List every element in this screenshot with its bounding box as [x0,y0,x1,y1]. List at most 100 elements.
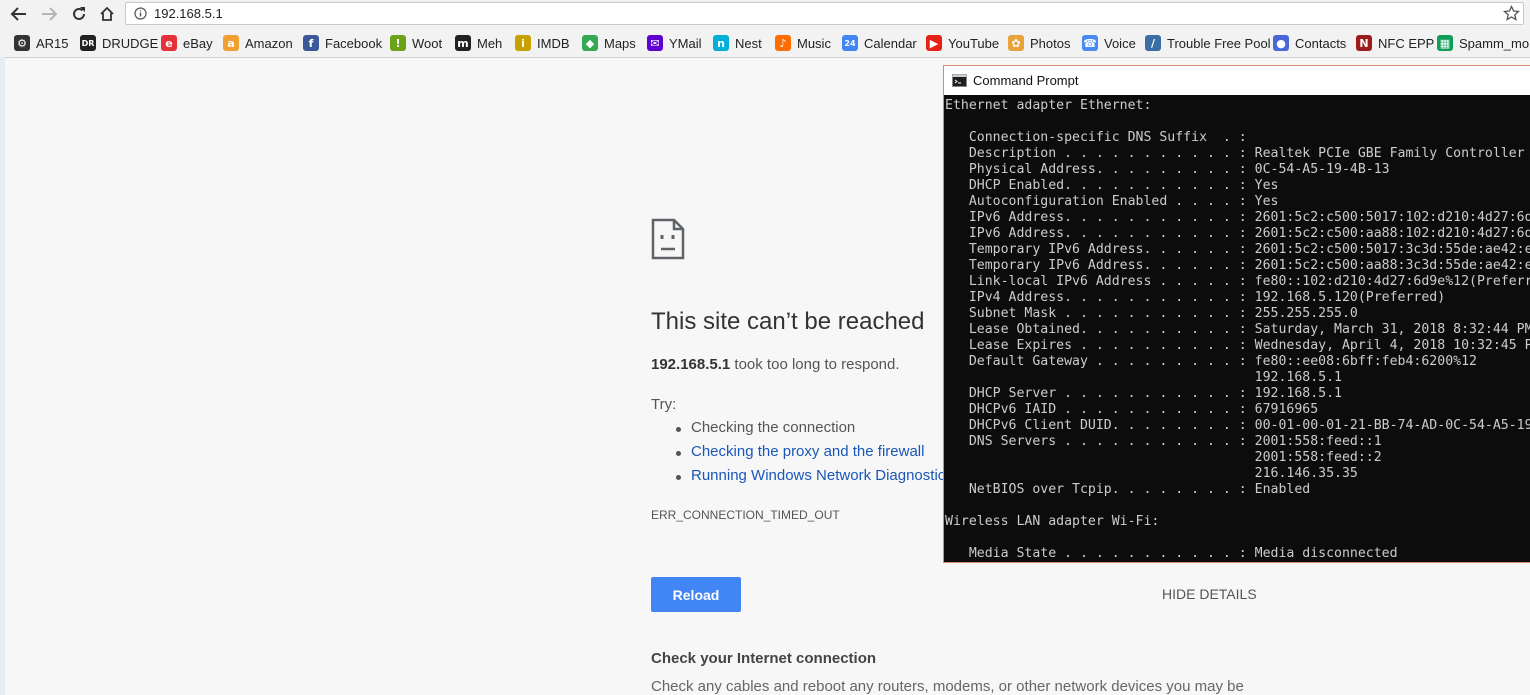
contacts-icon: ● [1273,35,1289,51]
bookmark-label: Music [797,35,831,51]
check-connection-heading: Check your Internet connection [651,650,877,667]
bookmark-label: IMDB [537,35,570,51]
suggestion-proxy-firewall-link[interactable]: Checking the proxy and the firewall [675,443,924,460]
console-line: Temporary IPv6 Address. . . . . . : 2601… [968,258,1530,273]
console-line: Wireless LAN adapter Wi-Fi: [945,514,1160,529]
bookmark-trouble-free-pool[interactable]: / Trouble Free Pool [1145,32,1271,54]
error-desc-text: took too long to respond. [730,356,900,373]
bookmark-nfc-epp[interactable]: N NFC EPP [1356,32,1434,54]
check-connection-body: Check any cables and reboot any routers,… [651,678,1244,695]
error-description: 192.168.5.1 took too long to respond. [651,356,900,373]
suggestion-network-diagnostics-link[interactable]: Running Windows Network Diagnostics [676,467,953,484]
console-line: DHCPv6 IAID . . . . . . . . . . . : 6791… [945,402,1319,417]
bookmark-label: Spamm_mob [1459,35,1530,51]
console-line: Default Gateway . . . . . . . . . : fe80… [945,354,1477,369]
bookmark-label: Contacts [1295,35,1347,51]
bookmark-calendar[interactable]: 24 Calendar [842,32,917,54]
voice-icon: ☎ [1082,35,1098,51]
bookmark-contacts[interactable]: ● Contacts [1273,32,1346,54]
console-line: Lease Obtained. . . . . . . . . . : Satu… [945,322,1530,337]
command-prompt-icon [952,74,967,87]
bookmark-meh[interactable]: m Meh [455,32,502,54]
meh-icon: m [455,35,471,51]
command-prompt-titlebar[interactable]: Command Prompt [944,66,1530,95]
bookmark-spamm-mob[interactable]: ▦ Spamm_mob [1437,32,1530,54]
console-line: Connection-specific DNS Suffix . : [945,130,1247,145]
bookmark-ar15[interactable]: ⚙ AR15 [14,32,69,54]
console-line: Subnet Mask . . . . . . . . . . . : 255.… [945,306,1358,321]
console-line: DNS Servers . . . . . . . . . . . : 2001… [945,434,1382,449]
console-line: Physical Address. . . . . . . . . : 0C-5… [945,162,1390,177]
bookmark-woot[interactable]: ! Woot [390,32,442,54]
bookmark-label: Trouble Free Pool [1167,35,1271,51]
forward-arrow-icon [42,7,58,21]
reload-icon [73,7,85,20]
bookmark-photos[interactable]: ✿ Photos [1008,32,1070,54]
bookmark-imdb[interactable]: i IMDB [515,32,570,54]
home-button[interactable] [95,3,119,25]
try-label: Try: [651,396,677,413]
bookmark-music[interactable]: ♪ Music [775,32,831,54]
address-bar-url: 192.168.5.1 [154,6,223,21]
console-line: DHCPv6 Client DUID. . . . . . . . : 00-0… [945,418,1530,433]
bookmark-label: eBay [183,35,213,51]
bookmark-ymail[interactable]: ✉ YMail [647,32,702,54]
console-line: IPv6 Address. . . . . . . . . . . : 2601… [968,226,1530,241]
bookmark-label: Woot [412,35,443,51]
console-line: Lease Expires . . . . . . . . . . : Wedn… [945,338,1530,353]
bookmark-label: Calendar [864,35,917,51]
youtube-icon: ▶ [926,35,942,51]
bookmark-facebook[interactable]: f Facebook [303,32,382,54]
console-line: DHCP Server . . . . . . . . . . . : 192.… [945,386,1342,401]
command-prompt-title: Command Prompt [973,73,1079,88]
bookmark-label: Facebook [325,35,383,51]
nest-icon: n [713,35,729,51]
gear-icon: ⚙ [14,35,30,51]
bookmark-ebay[interactable]: e eBay [161,32,213,54]
calendar-icon: 24 [842,35,858,51]
bookmarks-bar: ⚙ AR15 DR DRUDGE e eBay a Amazon f Facebook! Woot m… [0,29,1530,58]
console-line: 216.146.35.35 [945,466,1358,481]
woot-icon: ! [390,35,406,51]
bookmark-label: Maps [604,35,636,51]
reload-button[interactable]: Reload [651,577,741,612]
console-line: Media State . . . . . . . . . . . : Medi… [945,546,1398,561]
bookmark-voice[interactable]: ☎ Voice [1082,32,1136,54]
hide-details-button[interactable]: HIDE DETAILS [1162,586,1257,602]
amazon-icon: a [223,35,239,51]
bookmark-label: NFC EPP [1378,35,1435,51]
music-icon: ♪ [775,35,791,51]
bookmark-label: Photos [1030,35,1071,51]
command-prompt-window[interactable]: Command Prompt Ethernet adapter Ethernet… [943,65,1530,563]
bookmark-label: Meh [477,35,503,51]
bookmark-maps[interactable]: ◆ Maps [582,32,636,54]
bookmark-youtube[interactable]: ▶ YouTube [926,32,999,54]
sad-page-icon [651,218,685,260]
bookmark-label: Nest [735,35,762,51]
bookmark-nest[interactable]: n Nest [713,32,762,54]
bookmark-amazon[interactable]: a Amazon [223,32,293,54]
maps-icon: ◆ [582,35,598,51]
home-icon [100,6,114,21]
console-line: 192.168.5.1 [945,370,1342,385]
forward-button[interactable] [38,3,62,25]
back-arrow-icon [10,7,26,21]
console-line: Description . . . . . . . . . . . : Real… [945,146,1525,161]
error-code: ERR_CONNECTION_TIMED_OUT [651,508,840,522]
imdb-icon: i [515,35,531,51]
pool-icon: / [1145,35,1161,51]
error-title: This site can’t be reached [651,308,925,335]
console-line: NetBIOS over Tcpip. . . . . . . . : Enab… [945,482,1311,497]
console-line: DHCP Enabled. . . . . . . . . . . : Yes [945,178,1279,193]
info-icon[interactable] [134,7,147,20]
console-line: IPv6 Address. . . . . . . . . . . : 2601… [968,210,1530,225]
drudge-icon: DR [80,35,96,51]
back-button[interactable] [6,3,30,25]
reload-nav-button[interactable] [67,3,91,25]
console-output[interactable]: Ethernet adapter Ethernet: Connection-sp… [944,95,1530,562]
browser-toolbar: 192.168.5.1 [0,0,1530,29]
bookmark-drudge[interactable]: DR DRUDGE [80,32,158,54]
address-bar[interactable]: 192.168.5.1 [125,2,1524,25]
bookmark-star-icon[interactable] [1503,5,1520,22]
bookmark-label: AR15 [36,35,69,51]
